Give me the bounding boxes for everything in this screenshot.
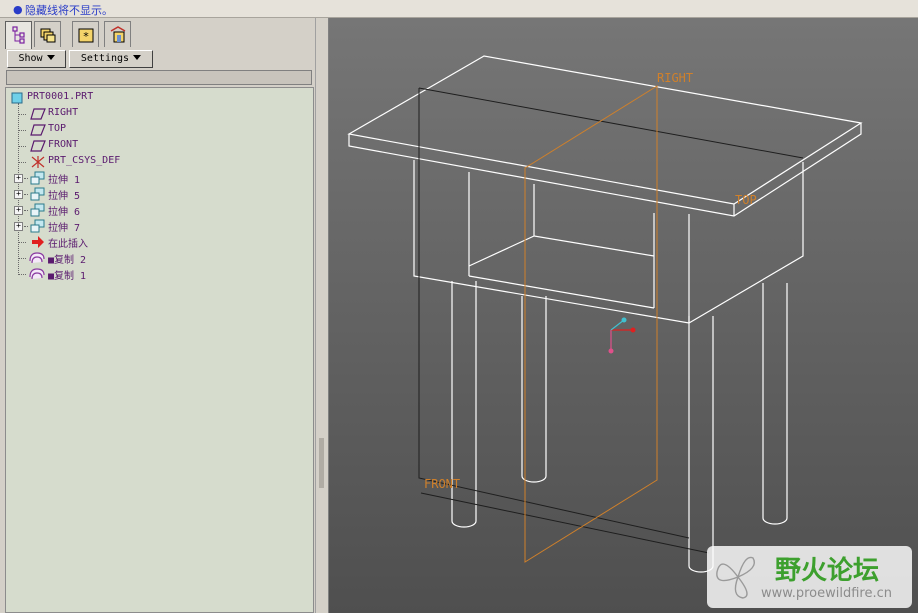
model-tree[interactable]: PRT0001.PRT RIGHT TOP FRONT PRT_CSYS_DEF… (5, 87, 314, 613)
datum-plane-icon (30, 140, 46, 152)
tree-item-right[interactable]: RIGHT (6, 106, 306, 122)
tree-connector-line (24, 178, 28, 179)
tree-connector-line (19, 130, 26, 131)
extrude-icon (30, 187, 45, 201)
tree-item-insert-here[interactable]: 在此插入 (6, 234, 306, 250)
copy-feature-icon (29, 252, 45, 264)
message-text: 隐藏线将不显示。 (25, 4, 113, 17)
expand-plus-icon[interactable]: + (14, 190, 23, 199)
datum-plane-right (524, 85, 658, 563)
tab-folder-browser[interactable] (34, 21, 61, 47)
tree-item-extrude-6[interactable]: + 拉伸 6 (6, 202, 306, 218)
expand-plus-icon[interactable]: + (14, 206, 23, 215)
favorites-icon: * (78, 28, 94, 43)
watermark-title: 野火论坛 (775, 556, 880, 586)
tree-connector-line (24, 226, 28, 227)
tree-item-label: 拉伸 7 (48, 223, 81, 234)
datum-plane-icon (30, 124, 46, 136)
tree-connector-line (19, 258, 26, 259)
tree-item-label: ■复制 2 (48, 255, 87, 266)
tree-item-label: 拉伸 1 (48, 175, 81, 186)
tab-connections[interactable] (104, 21, 131, 47)
tree-item-label: RIGHT (48, 107, 79, 118)
model-tree-icon (12, 26, 25, 44)
tree-item-label: 在此插入 (48, 239, 88, 250)
message-bar: ● 隐藏线将不显示。 (0, 0, 918, 18)
csys-icon (31, 156, 45, 168)
tree-item-csys[interactable]: PRT_CSYS_DEF (6, 154, 306, 170)
tab-model-tree[interactable] (5, 21, 32, 49)
tree-connector-line (24, 194, 28, 195)
chevron-down-icon (46, 55, 55, 60)
message-bullet-icon: ● (13, 3, 23, 16)
tree-item-copy-1[interactable]: ■复制 1 (6, 266, 306, 282)
butterfly-logo-icon (716, 556, 756, 599)
tree-item-label: TOP (48, 123, 67, 134)
tree-item-copy-2[interactable]: ■复制 2 (6, 250, 306, 266)
tree-item-label: 拉伸 6 (48, 207, 81, 218)
tree-connector-line (19, 274, 26, 275)
tree-item-front[interactable]: FRONT (6, 138, 306, 154)
tree-connector-line (19, 242, 26, 243)
tree-toolbar: Show Settings (5, 50, 155, 69)
extrude-icon (30, 171, 45, 185)
settings-menu-button[interactable]: Settings (69, 50, 153, 68)
expand-plus-icon[interactable]: + (14, 174, 23, 183)
connections-icon (110, 26, 126, 43)
tree-item-label: FRONT (48, 139, 79, 150)
tree-connector-line (19, 146, 26, 147)
datum-label-top: TOP (735, 193, 757, 207)
chevron-down-icon (133, 55, 142, 60)
tree-filter-bar (6, 70, 312, 85)
model-wireframe: RIGHT TOP FRONT (347, 55, 863, 573)
tree-connector-line (24, 210, 28, 211)
datum-label-right: RIGHT (657, 71, 693, 85)
tree-item-extrude-7[interactable]: + 拉伸 7 (6, 218, 306, 234)
tree-root-item[interactable]: PRT0001.PRT (6, 90, 306, 106)
tree-item-label: 拉伸 5 (48, 191, 81, 202)
copy-feature-icon (29, 268, 45, 280)
navigator-tabs: * (5, 21, 305, 49)
extrude-icon (30, 219, 45, 233)
table-legs (451, 281, 788, 573)
folder-browser-icon (40, 28, 56, 43)
tree-root-label: PRT0001.PRT (27, 91, 94, 102)
datum-plane-icon (30, 108, 46, 120)
insert-here-arrow-icon (32, 236, 44, 248)
tree-item-top[interactable]: TOP (6, 122, 306, 138)
datum-label-front: FRONT (424, 477, 460, 491)
part-icon (11, 92, 23, 104)
panel-splitter[interactable] (315, 18, 329, 613)
svg-text:*: * (83, 30, 89, 43)
table-body (347, 55, 863, 324)
tree-item-extrude-1[interactable]: + 拉伸 1 (6, 170, 306, 186)
tree-item-label: ■复制 1 (48, 271, 87, 282)
splitter-grip[interactable] (319, 438, 324, 488)
watermark-url: www.proewildfire.cn (761, 586, 892, 601)
extrude-icon (30, 203, 45, 217)
tree-item-extrude-5[interactable]: + 拉伸 5 (6, 186, 306, 202)
settings-menu-label: Settings (80, 53, 130, 64)
csys-triad-icon (608, 317, 636, 354)
tree-connector-line (19, 162, 26, 163)
show-menu-button[interactable]: Show (7, 50, 66, 68)
show-menu-label: Show (18, 53, 43, 64)
forum-watermark: 野火论坛 www.proewildfire.cn (707, 546, 912, 608)
graphics-window[interactable]: RIGHT TOP FRONT (329, 18, 918, 613)
tree-connector-line (19, 114, 26, 115)
tree-item-label: PRT_CSYS_DEF (48, 155, 121, 166)
expand-plus-icon[interactable]: + (14, 222, 23, 231)
tab-favorites[interactable]: * (72, 21, 99, 47)
